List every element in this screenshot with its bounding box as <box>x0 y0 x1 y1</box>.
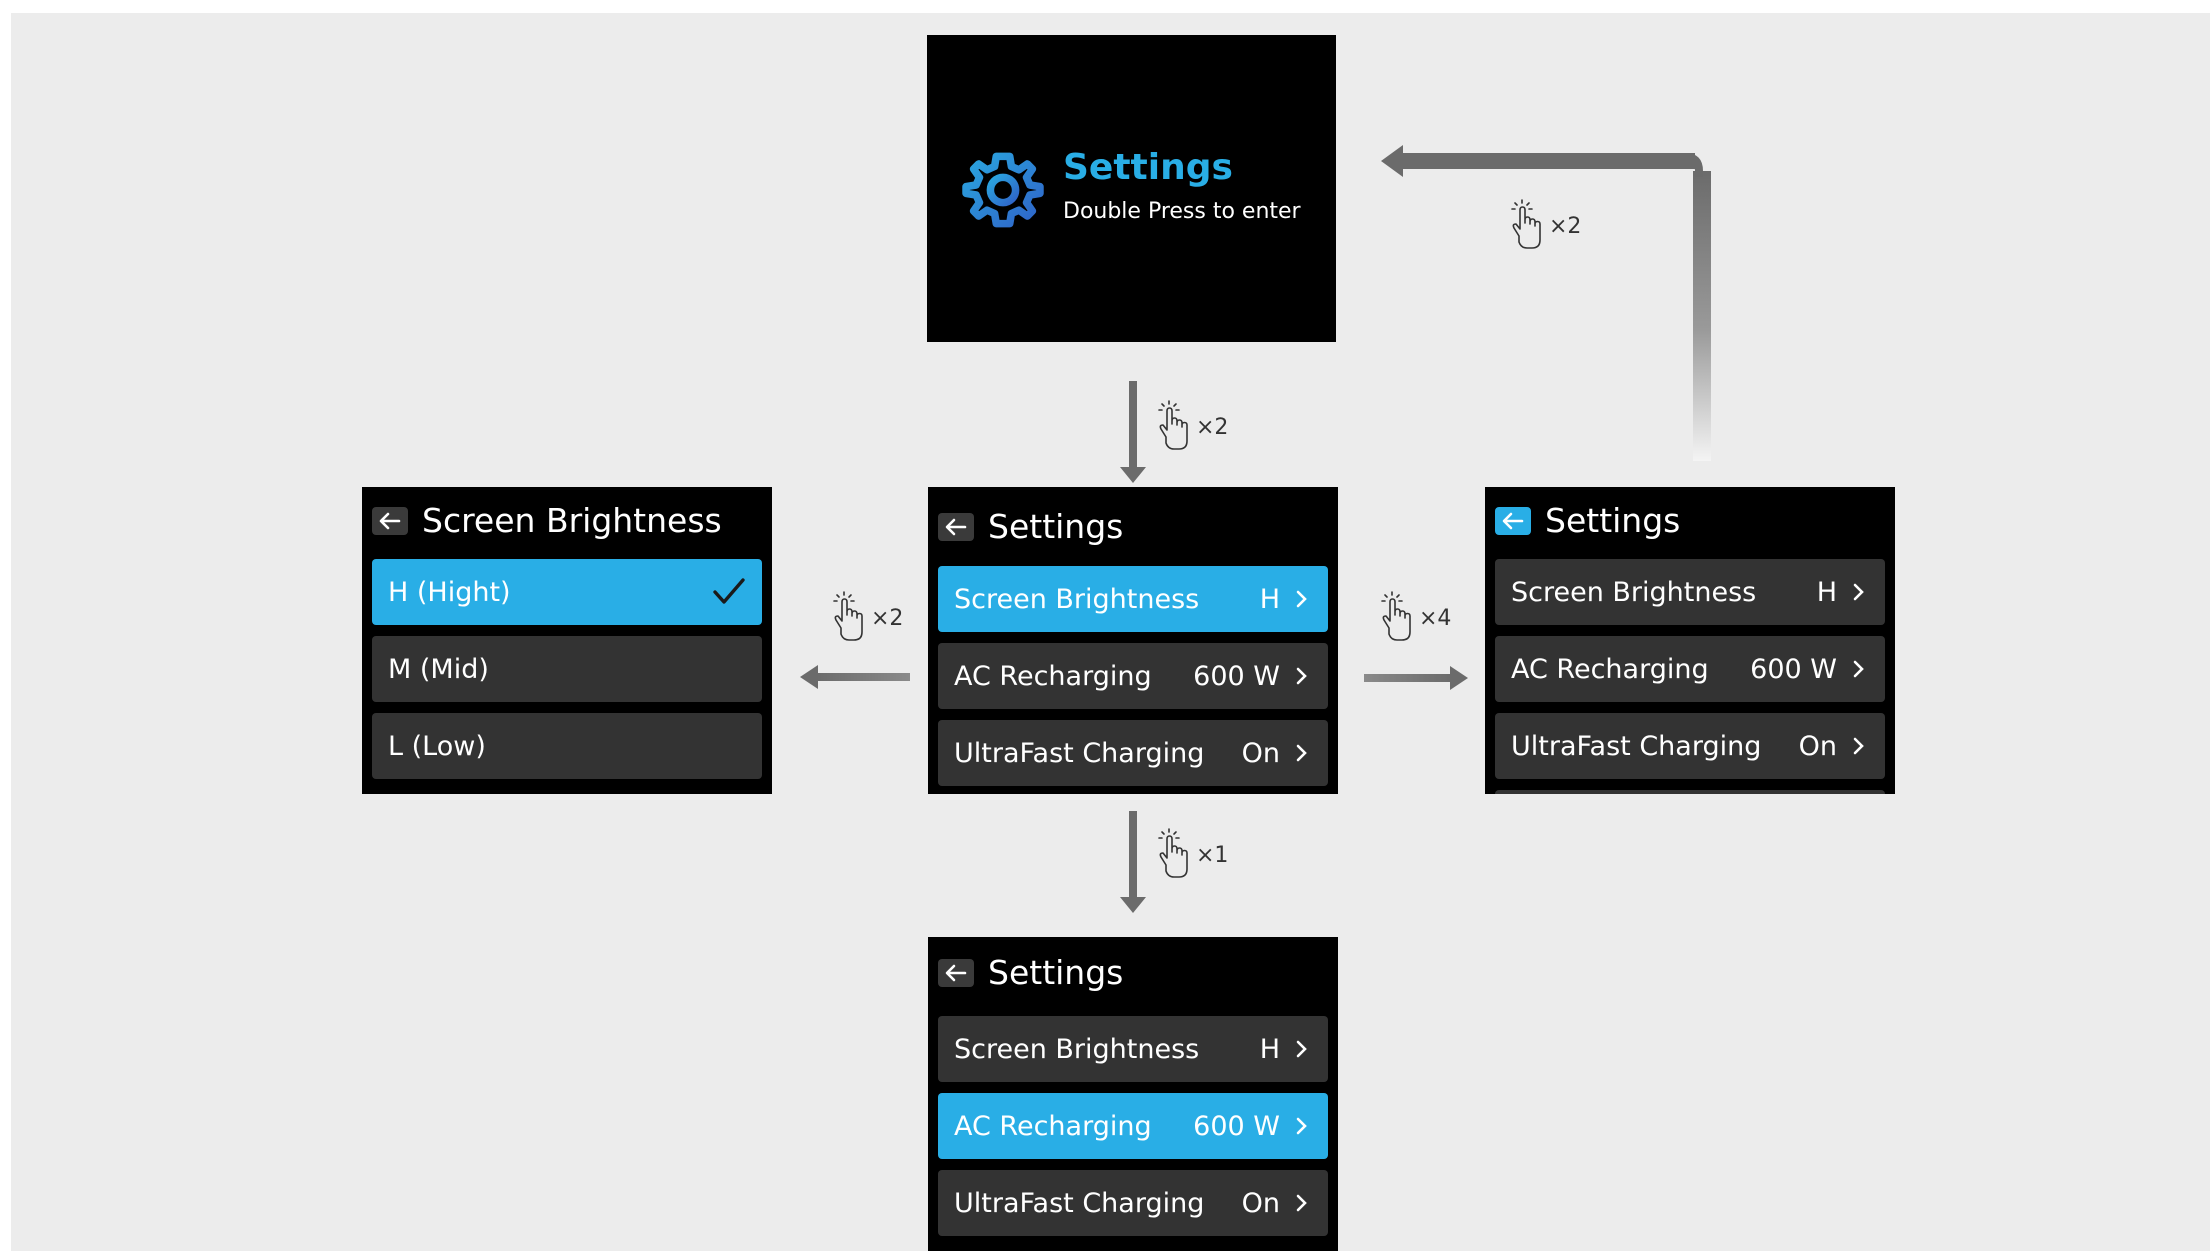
menu-row-ac-recharging[interactable]: AC Recharging 600 W <box>938 1093 1328 1159</box>
option-label: M (Mid) <box>388 653 489 685</box>
screen-title: Settings <box>988 507 1124 546</box>
hand-tap-icon <box>1381 591 1411 641</box>
checkmark-icon <box>713 578 745 604</box>
menu-row-ac-recharging[interactable]: AC Recharging 600 W <box>1495 636 1885 702</box>
row-label: UltraFast Charging <box>954 1187 1205 1219</box>
entry-subtitle: Double Press to enter <box>1063 199 1301 224</box>
menu-row-ultrafast-charging[interactable]: UltraFast Charging On <box>938 720 1328 786</box>
brightness-option-low[interactable]: L (Low) <box>372 713 762 779</box>
tap-indicator-center-to-right: ×4 <box>1377 588 1451 648</box>
tap-indicator-right-to-top: ×2 <box>1507 196 1581 256</box>
menu-row-partial <box>1495 790 1885 794</box>
gear-icon <box>962 152 1044 228</box>
row-label: AC Recharging <box>954 1110 1152 1142</box>
arrow-right-center-to-right <box>1364 666 1468 690</box>
tap-count: ×2 <box>1549 213 1582 239</box>
arrow-left-icon <box>945 964 967 981</box>
menu-row-screen-brightness[interactable]: Screen Brightness H <box>938 566 1328 632</box>
row-label: UltraFast Charging <box>1511 730 1762 762</box>
row-value: 600 W <box>1193 1110 1280 1142</box>
tap-indicator-top-to-center: ×2 <box>1154 397 1228 457</box>
arrow-left-icon <box>945 518 967 535</box>
row-value: On <box>1241 737 1280 769</box>
chevron-right-icon <box>1296 1040 1307 1058</box>
chevron-right-icon <box>1853 660 1864 678</box>
row-value: H <box>1259 583 1280 615</box>
row-label: Screen Brightness <box>1511 576 1757 608</box>
screen-title: Screen Brightness <box>422 501 722 540</box>
menu-row-ultrafast-charging[interactable]: UltraFast Charging On <box>1495 713 1885 779</box>
tap-count: ×4 <box>1419 605 1452 631</box>
row-value: On <box>1798 730 1837 762</box>
option-label: L (Low) <box>388 730 486 762</box>
row-value: On <box>1241 1187 1280 1219</box>
hand-tap-icon <box>833 591 863 641</box>
screen-title: Settings <box>1545 501 1681 540</box>
settings-menu-screen-center: Settings Screen Brightness H AC Rechargi… <box>928 487 1338 794</box>
menu-row-screen-brightness[interactable]: Screen Brightness H <box>938 1016 1328 1082</box>
row-label: AC Recharging <box>1511 653 1709 685</box>
settings-entry-screen: Settings Double Press to enter <box>927 35 1336 342</box>
row-label: UltraFast Charging <box>954 737 1205 769</box>
screen-header: Settings <box>1495 501 1680 540</box>
arrow-left-center-to-left <box>800 665 910 689</box>
tap-indicator-center-to-bottom: ×1 <box>1154 825 1228 885</box>
screen-title: Settings <box>988 953 1124 992</box>
row-value: H <box>1259 1033 1280 1065</box>
hand-tap-icon <box>1511 199 1541 249</box>
arrow-left-icon <box>379 512 401 529</box>
tap-count: ×2 <box>871 605 904 631</box>
row-label: AC Recharging <box>954 660 1152 692</box>
chevron-right-icon <box>1296 1194 1307 1212</box>
arrow-left-icon <box>1502 512 1524 529</box>
screen-header: Screen Brightness <box>372 501 722 540</box>
row-label: Screen Brightness <box>954 1033 1200 1065</box>
menu-row-ac-recharging[interactable]: AC Recharging 600 W <box>938 643 1328 709</box>
row-value: H <box>1816 576 1837 608</box>
back-button[interactable] <box>938 958 974 987</box>
chevron-right-icon <box>1296 667 1307 685</box>
hand-tap-icon <box>1158 400 1188 450</box>
hand-tap-icon <box>1158 828 1188 878</box>
settings-menu-screen-back-selected: Settings Screen Brightness H AC Rechargi… <box>1485 487 1895 794</box>
brightness-option-high[interactable]: H (Hight) <box>372 559 762 625</box>
flow-diagram-canvas: Settings Double Press to enter Settings … <box>11 13 2210 1251</box>
row-label: Screen Brightness <box>954 583 1200 615</box>
entry-title: Settings <box>1063 147 1233 188</box>
back-button[interactable] <box>372 506 408 535</box>
menu-row-screen-brightness[interactable]: Screen Brightness H <box>1495 559 1885 625</box>
tap-count: ×2 <box>1196 414 1229 440</box>
arrow-down-top-to-center <box>1120 381 1146 483</box>
tap-indicator-center-to-left: ×2 <box>829 588 903 648</box>
menu-row-ultrafast-charging[interactable]: UltraFast Charging On <box>938 1170 1328 1236</box>
arrow-down-center-to-bottom <box>1120 811 1146 913</box>
chevron-right-icon <box>1296 744 1307 762</box>
chevron-right-icon <box>1296 1117 1307 1135</box>
chevron-right-icon <box>1296 590 1307 608</box>
back-button[interactable] <box>1495 506 1531 535</box>
chevron-right-icon <box>1853 583 1864 601</box>
tap-count: ×1 <box>1196 842 1229 868</box>
arrow-elbow-right-to-top <box>1381 145 1711 461</box>
screen-header: Settings <box>938 953 1123 992</box>
screen-brightness-screen: Screen Brightness H (Hight) M (Mid) L (L… <box>362 487 772 794</box>
back-button[interactable] <box>938 512 974 541</box>
brightness-option-mid[interactable]: M (Mid) <box>372 636 762 702</box>
screen-header: Settings <box>938 507 1123 546</box>
settings-menu-screen-ac-selected: Settings Screen Brightness H AC Rechargi… <box>928 937 1338 1251</box>
row-value: 600 W <box>1193 660 1280 692</box>
option-label: H (Hight) <box>388 576 511 608</box>
chevron-right-icon <box>1853 737 1864 755</box>
row-value: 600 W <box>1750 653 1837 685</box>
